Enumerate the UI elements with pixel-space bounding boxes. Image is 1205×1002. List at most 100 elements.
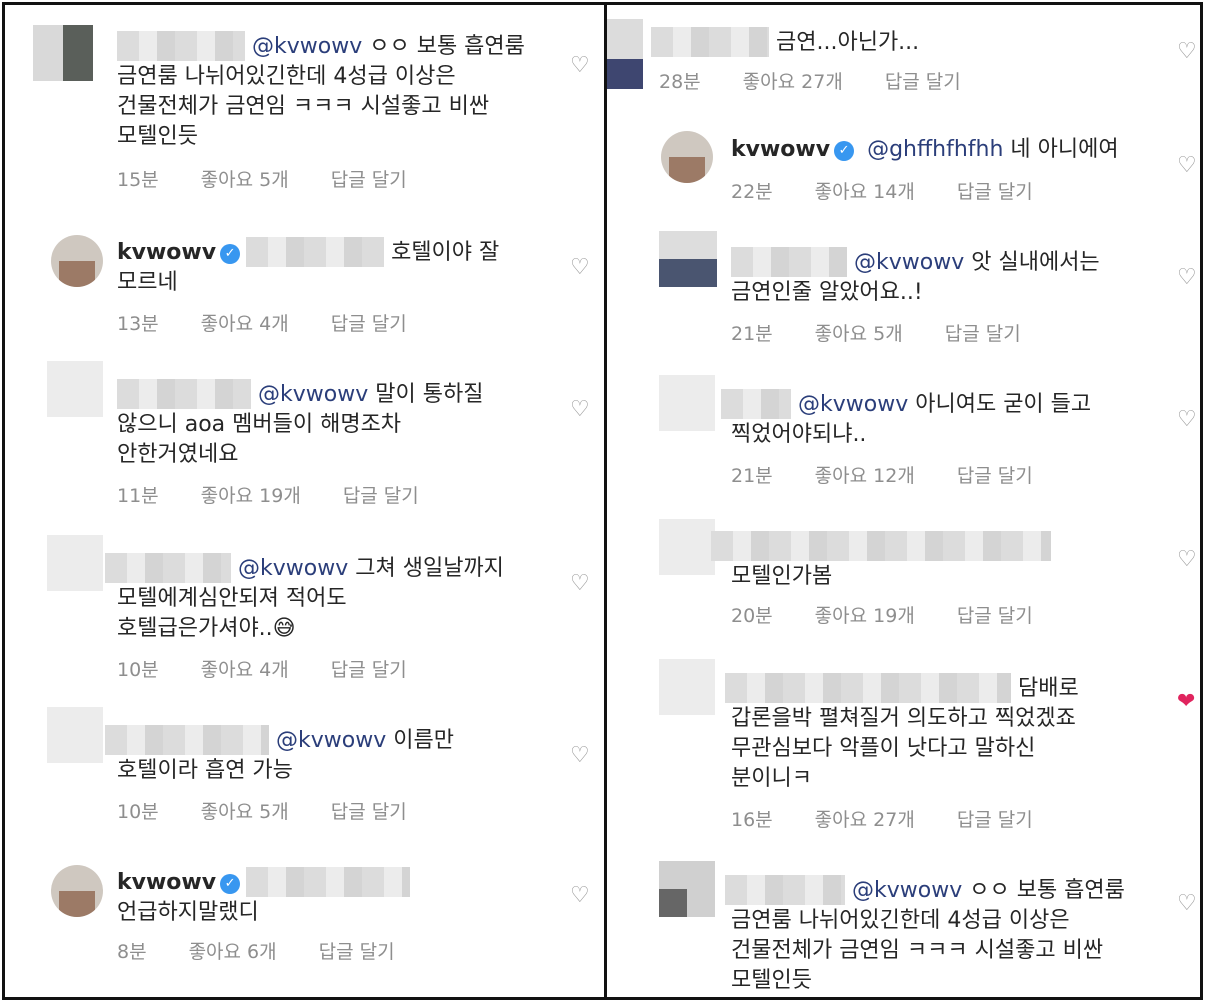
reply-link[interactable]: 답글 달기 — [957, 605, 1033, 627]
blurred-username[interactable] — [117, 379, 251, 409]
like-count[interactable]: 좋아요 27개 — [815, 809, 915, 831]
comment-meta: 10분 좋아요 5개 답글 달기 — [117, 797, 449, 824]
timestamp: 15분 — [117, 169, 159, 191]
comment-body: 담배로 갑론을박 펼쳐질거 의도하고 찍었겠죠 무관심보다 악플이 낫다고 말하… — [725, 673, 1079, 794]
blurred-avatar[interactable] — [33, 25, 93, 81]
comment-text-line: 건물전체가 금연임 ㅋㅋㅋ 시설좋고 비싼 — [731, 938, 1104, 963]
mention-link[interactable]: @kvwowv — [238, 556, 348, 581]
username[interactable]: kvwowv — [117, 240, 216, 265]
heart-outline-icon[interactable]: ♡ — [1177, 547, 1197, 572]
heart-outline-icon[interactable]: ♡ — [570, 883, 590, 908]
blurred-username[interactable] — [117, 31, 245, 61]
comment-body: @kvwowv 말이 통하질 않으니 aoa 멤버들이 해명조차 안한거였네요 — [117, 379, 483, 470]
reply-link[interactable]: 답글 달기 — [331, 659, 407, 681]
comment-text-line: 금연룸 나뉘어있긴한데 4성급 이상은 — [731, 908, 1070, 933]
blurred-username[interactable] — [725, 875, 845, 905]
mention-link[interactable]: @kvwowv — [252, 34, 362, 59]
heart-outline-icon[interactable]: ♡ — [1177, 891, 1197, 916]
reply-link[interactable]: 답글 달기 — [885, 71, 961, 93]
comment-text-line: 않으니 aoa 멤버들이 해명조차 — [117, 412, 402, 437]
comment-body: 금연...아닌가... — [651, 27, 919, 58]
reply-link[interactable]: 답글 달기 — [343, 485, 419, 507]
blurred-avatar[interactable] — [659, 861, 715, 917]
reply-link[interactable]: 답글 달기 — [957, 465, 1033, 487]
reply-link[interactable]: 답글 달기 — [945, 323, 1021, 345]
comment-body: @kvwowv 앗 실내에서는 금연인줄 알았어요..! — [731, 247, 1100, 308]
like-count[interactable]: 좋아요 14개 — [815, 181, 915, 203]
comment-text-line: 금연...아닌가... — [776, 30, 920, 55]
mention-link[interactable]: @kvwowv — [798, 392, 908, 417]
comment-text-line: 앗 실내에서는 — [971, 250, 1100, 275]
blurred-avatar[interactable] — [47, 361, 103, 417]
like-count[interactable]: 좋아요 4개 — [201, 313, 289, 335]
avatar[interactable] — [661, 131, 713, 183]
comment-body: @kvwowv 그쳐 생일날까지 모텔에계심안되져 적어도 호텔급은가셔야..😅 — [105, 553, 504, 644]
username[interactable]: kvwowv — [117, 870, 216, 895]
comment-text-line: 무관심보다 악플이 낫다고 말하신 — [731, 736, 1036, 761]
timestamp: 10분 — [117, 659, 159, 681]
timestamp: 20분 — [731, 605, 773, 627]
comment-item: @kvwowv 말이 통하질 않으니 aoa 멤버들이 해명조차 안한거였네요 … — [5, 361, 604, 521]
blurred-avatar[interactable] — [47, 707, 103, 763]
username[interactable]: kvwowv — [731, 137, 830, 162]
comment-item: @kvwowv ㅇㅇ 보통 흡연룸 금연룸 나뉘어있긴한데 4성급 이상은 건물… — [5, 5, 604, 205]
comment-meta: 15분 좋아요 5개 답글 달기 — [117, 165, 449, 192]
like-count[interactable]: 좋아요 6개 — [189, 941, 277, 963]
heart-outline-icon[interactable]: ♡ — [570, 255, 590, 280]
like-count[interactable]: 좋아요 4개 — [201, 659, 289, 681]
mention-link[interactable]: @kvwowv — [852, 878, 962, 903]
blurred-username[interactable] — [725, 673, 1011, 703]
reply-link[interactable]: 답글 달기 — [331, 169, 407, 191]
reply-link[interactable]: 답글 달기 — [957, 181, 1033, 203]
verified-badge-icon: ✓ — [220, 244, 241, 264]
like-count[interactable]: 좋아요 5개 — [201, 169, 289, 191]
heart-outline-icon[interactable]: ♡ — [570, 743, 590, 768]
blurred-avatar[interactable] — [659, 519, 715, 575]
heart-outline-icon[interactable]: ♡ — [570, 571, 590, 596]
reply-link[interactable]: 답글 달기 — [331, 801, 407, 823]
like-count[interactable]: 좋아요 5개 — [815, 323, 903, 345]
comment-text-line: 이름만 — [393, 728, 454, 753]
reply-link[interactable]: 답글 달기 — [331, 313, 407, 335]
comment-body: @kvwowv 아니여도 굳이 들고 찍었어야되냐.. — [721, 389, 1091, 450]
like-count[interactable]: 좋아요 19개 — [815, 605, 915, 627]
blurred-avatar[interactable] — [607, 19, 643, 89]
comment-text-line: 아니여도 굳이 들고 — [915, 392, 1092, 417]
blurred-username[interactable] — [721, 389, 791, 419]
reply-link[interactable]: 답글 달기 — [319, 941, 395, 963]
heart-outline-icon[interactable]: ♡ — [570, 397, 590, 422]
heart-outline-icon[interactable]: ♡ — [570, 53, 590, 78]
heart-outline-icon[interactable]: ♡ — [1177, 265, 1197, 290]
timestamp: 21분 — [731, 323, 773, 345]
comment-text-line: 안한거였네요 — [117, 442, 239, 467]
avatar[interactable] — [51, 865, 103, 917]
blurred-mention[interactable] — [246, 867, 411, 897]
blurred-avatar[interactable] — [659, 659, 715, 715]
blurred-mention[interactable] — [246, 237, 385, 267]
like-count[interactable]: 좋아요 27개 — [743, 71, 843, 93]
blurred-avatar[interactable] — [47, 535, 103, 591]
comment-text-line: 담배로 — [1018, 676, 1079, 701]
avatar[interactable] — [51, 235, 103, 287]
reply-link[interactable]: 답글 달기 — [957, 809, 1033, 831]
heart-outline-icon[interactable]: ♡ — [1177, 153, 1197, 178]
blurred-avatar[interactable] — [659, 375, 715, 431]
comment-text-line: 모텔에계심안되져 적어도 — [117, 586, 347, 611]
blurred-username[interactable] — [711, 531, 1051, 561]
blurred-username[interactable] — [105, 553, 231, 583]
like-count[interactable]: 좋아요 12개 — [815, 465, 915, 487]
blurred-avatar[interactable] — [659, 231, 717, 287]
comment-body: 모텔인가봄 — [711, 531, 1051, 592]
blurred-username[interactable] — [651, 27, 769, 57]
mention-link[interactable]: @kvwowv — [854, 250, 964, 275]
like-count[interactable]: 좋아요 19개 — [201, 485, 301, 507]
blurred-username[interactable] — [105, 725, 269, 755]
mention-link[interactable]: @ghffhfhfhh — [867, 137, 1003, 162]
like-count[interactable]: 좋아요 5개 — [201, 801, 289, 823]
mention-link[interactable]: @kvwowv — [276, 728, 386, 753]
heart-filled-icon[interactable]: ❤ — [1177, 689, 1195, 714]
heart-outline-icon[interactable]: ♡ — [1177, 39, 1197, 64]
mention-link[interactable]: @kvwowv — [258, 382, 368, 407]
blurred-username[interactable] — [731, 247, 847, 277]
heart-outline-icon[interactable]: ♡ — [1177, 407, 1197, 432]
